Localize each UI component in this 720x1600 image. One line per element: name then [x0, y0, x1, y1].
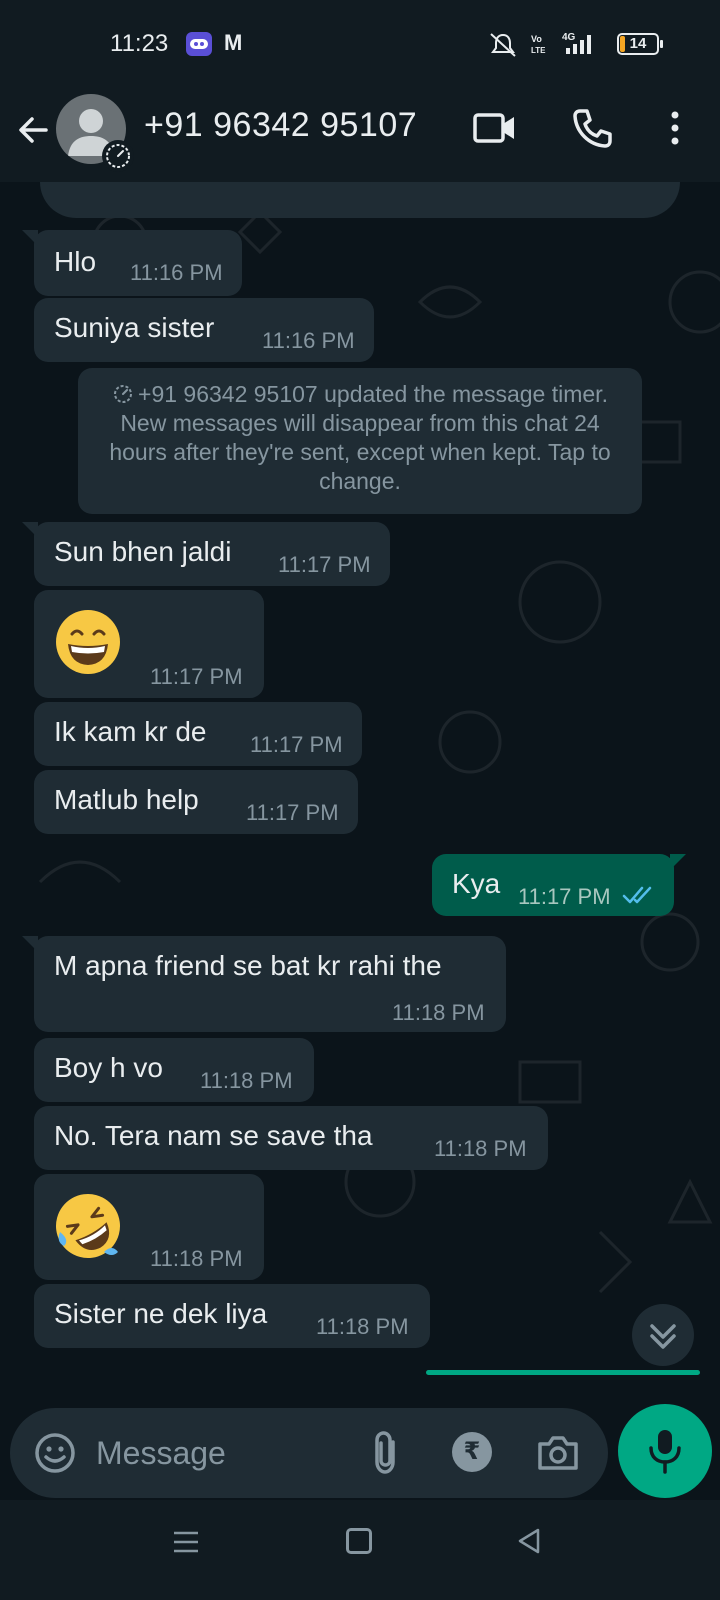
outgoing-message-edge — [426, 1370, 700, 1375]
message-time: 11:17 PM — [518, 884, 611, 909]
game-app-icon — [186, 32, 212, 56]
video-call-icon[interactable] — [472, 108, 518, 148]
incoming-message[interactable]: Sister ne dek liya 11:18 PM — [34, 1284, 430, 1348]
message-time: 11:17 PM — [150, 664, 243, 689]
incoming-message[interactable]: M apna friend se bat kr rahi the 11:18 P… — [22, 936, 506, 1032]
grinning-face-emoji-icon — [56, 610, 120, 674]
voice-call-icon[interactable] — [570, 106, 614, 150]
disappearing-messages-notice[interactable]: +91 96342 95107 updated the message time… — [78, 368, 642, 514]
message-time: 11:18 PM — [316, 1314, 409, 1339]
outgoing-message[interactable]: Kya 11:17 PM — [432, 854, 686, 916]
message-time: 11:18 PM — [150, 1246, 243, 1271]
message-text: Boy h vo — [54, 1052, 163, 1083]
back-arrow-icon[interactable] — [12, 108, 56, 152]
incoming-message[interactable]: Suniya sister 11:16 PM — [34, 298, 374, 362]
message-text: M apna friend se bat kr rahi the — [54, 950, 442, 981]
message-text: Sister ne dek liya — [54, 1298, 268, 1329]
message-time: 11:17 PM — [246, 800, 339, 825]
back-triangle-icon[interactable] — [514, 1526, 544, 1556]
battery-indicator: 14 — [617, 33, 663, 55]
home-square-icon[interactable] — [346, 1528, 372, 1554]
message-text: Kya — [452, 868, 501, 899]
incoming-message[interactable]: Boy h vo 11:18 PM — [34, 1038, 314, 1102]
voice-message-button[interactable] — [618, 1404, 712, 1498]
timer-icon — [106, 144, 130, 168]
camera-icon[interactable] — [536, 1432, 580, 1472]
incoming-message[interactable]: No. Tera nam se save tha 11:18 PM — [34, 1106, 548, 1170]
payment-rupee-button[interactable]: ₹ — [452, 1432, 492, 1472]
incoming-message[interactable]: 11:17 PM — [34, 590, 264, 698]
svg-text:LTE: LTE — [531, 46, 546, 55]
system-navigation-bar — [0, 1500, 720, 1600]
status-time: 11:23 — [110, 30, 169, 57]
message-text: Sun bhen jaldi — [54, 536, 232, 567]
message-time: 11:18 PM — [392, 1000, 485, 1025]
message-text: Hlo — [54, 246, 97, 277]
message-text: Suniya sister — [54, 312, 215, 343]
svg-text:4G: 4G — [562, 32, 576, 43]
double-chevron-down-icon — [650, 1324, 676, 1349]
scroll-to-bottom-button[interactable] — [632, 1304, 694, 1366]
message-time: 11:16 PM — [262, 328, 355, 353]
m-app-icon: M — [224, 30, 243, 55]
previous-message-bubble[interactable] — [40, 182, 680, 218]
volte-icon: Vo LTE — [531, 34, 546, 55]
message-time: 11:16 PM — [130, 260, 223, 285]
message-text: Matlub help — [54, 784, 199, 815]
more-options-icon[interactable] — [660, 106, 690, 150]
contact-name[interactable]: +91 96342 95107 — [144, 106, 417, 145]
emoji-icon[interactable] — [34, 1432, 76, 1474]
microphone-icon — [649, 1430, 681, 1474]
message-time: 11:17 PM — [278, 552, 371, 577]
incoming-message[interactable]: Hlo 11:16 PM — [22, 230, 242, 296]
incoming-message[interactable]: Matlub help 11:17 PM — [34, 770, 358, 834]
message-input[interactable] — [96, 1430, 346, 1476]
disappearing-timer-badge — [102, 140, 134, 172]
signal-4g-icon: 4G — [562, 32, 591, 54]
message-text: No. Tera nam se save tha — [54, 1120, 373, 1151]
timer-icon — [114, 385, 133, 403]
message-time: 11:17 PM — [250, 732, 343, 757]
chat-area[interactable]: Hlo 11:16 PM Suniya sister 11:16 PM +91 … — [0, 182, 720, 1394]
status-bar: 11:23 M Vo LTE 4G 14 — [0, 0, 720, 90]
mute-icon — [490, 33, 516, 57]
message-time: 11:18 PM — [434, 1136, 527, 1161]
message-text: Ik kam kr de — [54, 716, 207, 747]
chat-header: +91 96342 95107 — [0, 90, 720, 182]
svg-text:Vo: Vo — [531, 34, 542, 44]
message-composer: ₹ — [10, 1408, 608, 1498]
incoming-message[interactable]: Ik kam kr de 11:17 PM — [34, 702, 362, 766]
paperclip-icon[interactable] — [366, 1428, 406, 1478]
recents-menu-icon[interactable] — [172, 1528, 200, 1556]
read-receipt-icon — [622, 886, 652, 904]
incoming-message[interactable]: 11:18 PM — [34, 1174, 264, 1280]
system-message-text: +91 96342 95107 updated the message time… — [109, 381, 611, 494]
composer-bar: ₹ — [0, 1394, 720, 1500]
incoming-message[interactable]: Sun bhen jaldi 11:17 PM — [22, 522, 390, 586]
rolling-laughing-emoji-icon — [56, 1194, 120, 1258]
message-time: 11:18 PM — [200, 1068, 293, 1093]
